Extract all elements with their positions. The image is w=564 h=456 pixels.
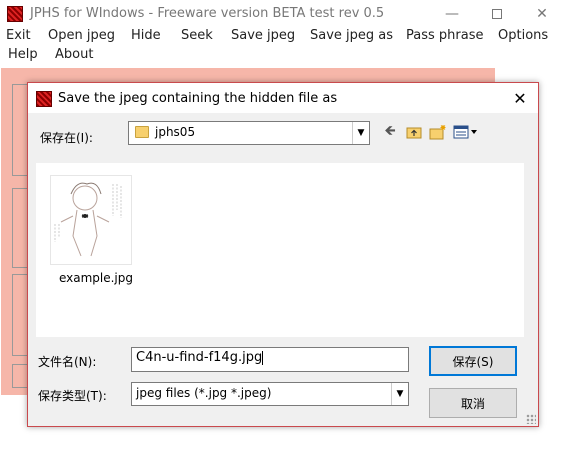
view-menu-icon[interactable] <box>452 121 480 143</box>
anime-sketch-image <box>54 182 122 257</box>
menu-about[interactable]: About <box>55 47 93 62</box>
dialog-title: Save the jpeg containing the hidden file… <box>58 91 338 106</box>
menu-help[interactable]: Help <box>8 47 38 62</box>
menubar: Exit Open jpeg Hide Seek Save jpeg Save … <box>0 28 564 68</box>
chevron-down-icon: ▼ <box>391 383 408 405</box>
menu-hide[interactable]: Hide <box>131 28 161 43</box>
text-caret <box>262 350 264 365</box>
app-icon <box>36 91 52 107</box>
save-button[interactable]: 保存(S) <box>429 346 517 376</box>
menu-save-jpeg-as[interactable]: Save jpeg as <box>310 28 393 43</box>
filetype-value: jpeg files (*.jpg *.jpeg) <box>136 386 272 400</box>
resize-grip[interactable] <box>526 414 536 424</box>
save-in-dropdown[interactable]: jphs05 ▼ <box>128 121 370 145</box>
save-dialog: Save the jpeg containing the hidden file… <box>27 82 539 427</box>
file-thumbnail[interactable] <box>50 175 132 265</box>
maximize-icon <box>492 9 502 19</box>
menu-exit[interactable]: Exit <box>6 28 31 43</box>
close-icon: ✕ <box>513 88 527 108</box>
menu-seek[interactable]: Seek <box>181 28 213 43</box>
new-folder-icon[interactable] <box>428 121 448 143</box>
cancel-button[interactable]: 取消 <box>429 388 517 418</box>
menu-options[interactable]: Options <box>498 28 548 43</box>
maximize-button[interactable] <box>475 0 519 28</box>
filetype-label: 保存类型(T): <box>38 389 107 403</box>
filename-input[interactable]: C4n-u-find-f14g.jpg <box>131 347 409 372</box>
up-folder-icon[interactable] <box>404 121 424 143</box>
filename-value: C4n-u-find-f14g.jpg <box>136 350 263 365</box>
filename-label: 文件名(N): <box>38 355 97 369</box>
folder-icon <box>135 126 149 138</box>
menu-save-jpeg[interactable]: Save jpeg <box>231 28 295 43</box>
chevron-down-icon: ▼ <box>352 122 369 144</box>
current-folder: jphs05 <box>155 125 196 139</box>
close-button[interactable]: ✕ <box>520 0 564 28</box>
menu-open-jpeg[interactable]: Open jpeg <box>48 28 115 43</box>
file-list[interactable]: example.jpg <box>36 163 524 337</box>
minimize-button[interactable]: — <box>430 0 474 28</box>
dialog-close-button[interactable]: ✕ <box>506 85 534 111</box>
main-titlebar: JPHS for WIndows - Freeware version BETA… <box>0 0 564 28</box>
menu-pass-phrase[interactable]: Pass phrase <box>406 28 483 43</box>
dialog-titlebar: Save the jpeg containing the hidden file… <box>28 83 538 113</box>
file-name-label: example.jpg <box>58 271 134 285</box>
window-title: JPHS for WIndows - Freeware version BETA… <box>30 6 385 21</box>
app-icon <box>7 6 23 22</box>
filetype-dropdown[interactable]: jpeg files (*.jpg *.jpeg) ▼ <box>131 382 409 406</box>
save-in-label: 保存在(I): <box>40 131 93 145</box>
back-arrow-icon[interactable]: 🡸 <box>380 121 400 143</box>
